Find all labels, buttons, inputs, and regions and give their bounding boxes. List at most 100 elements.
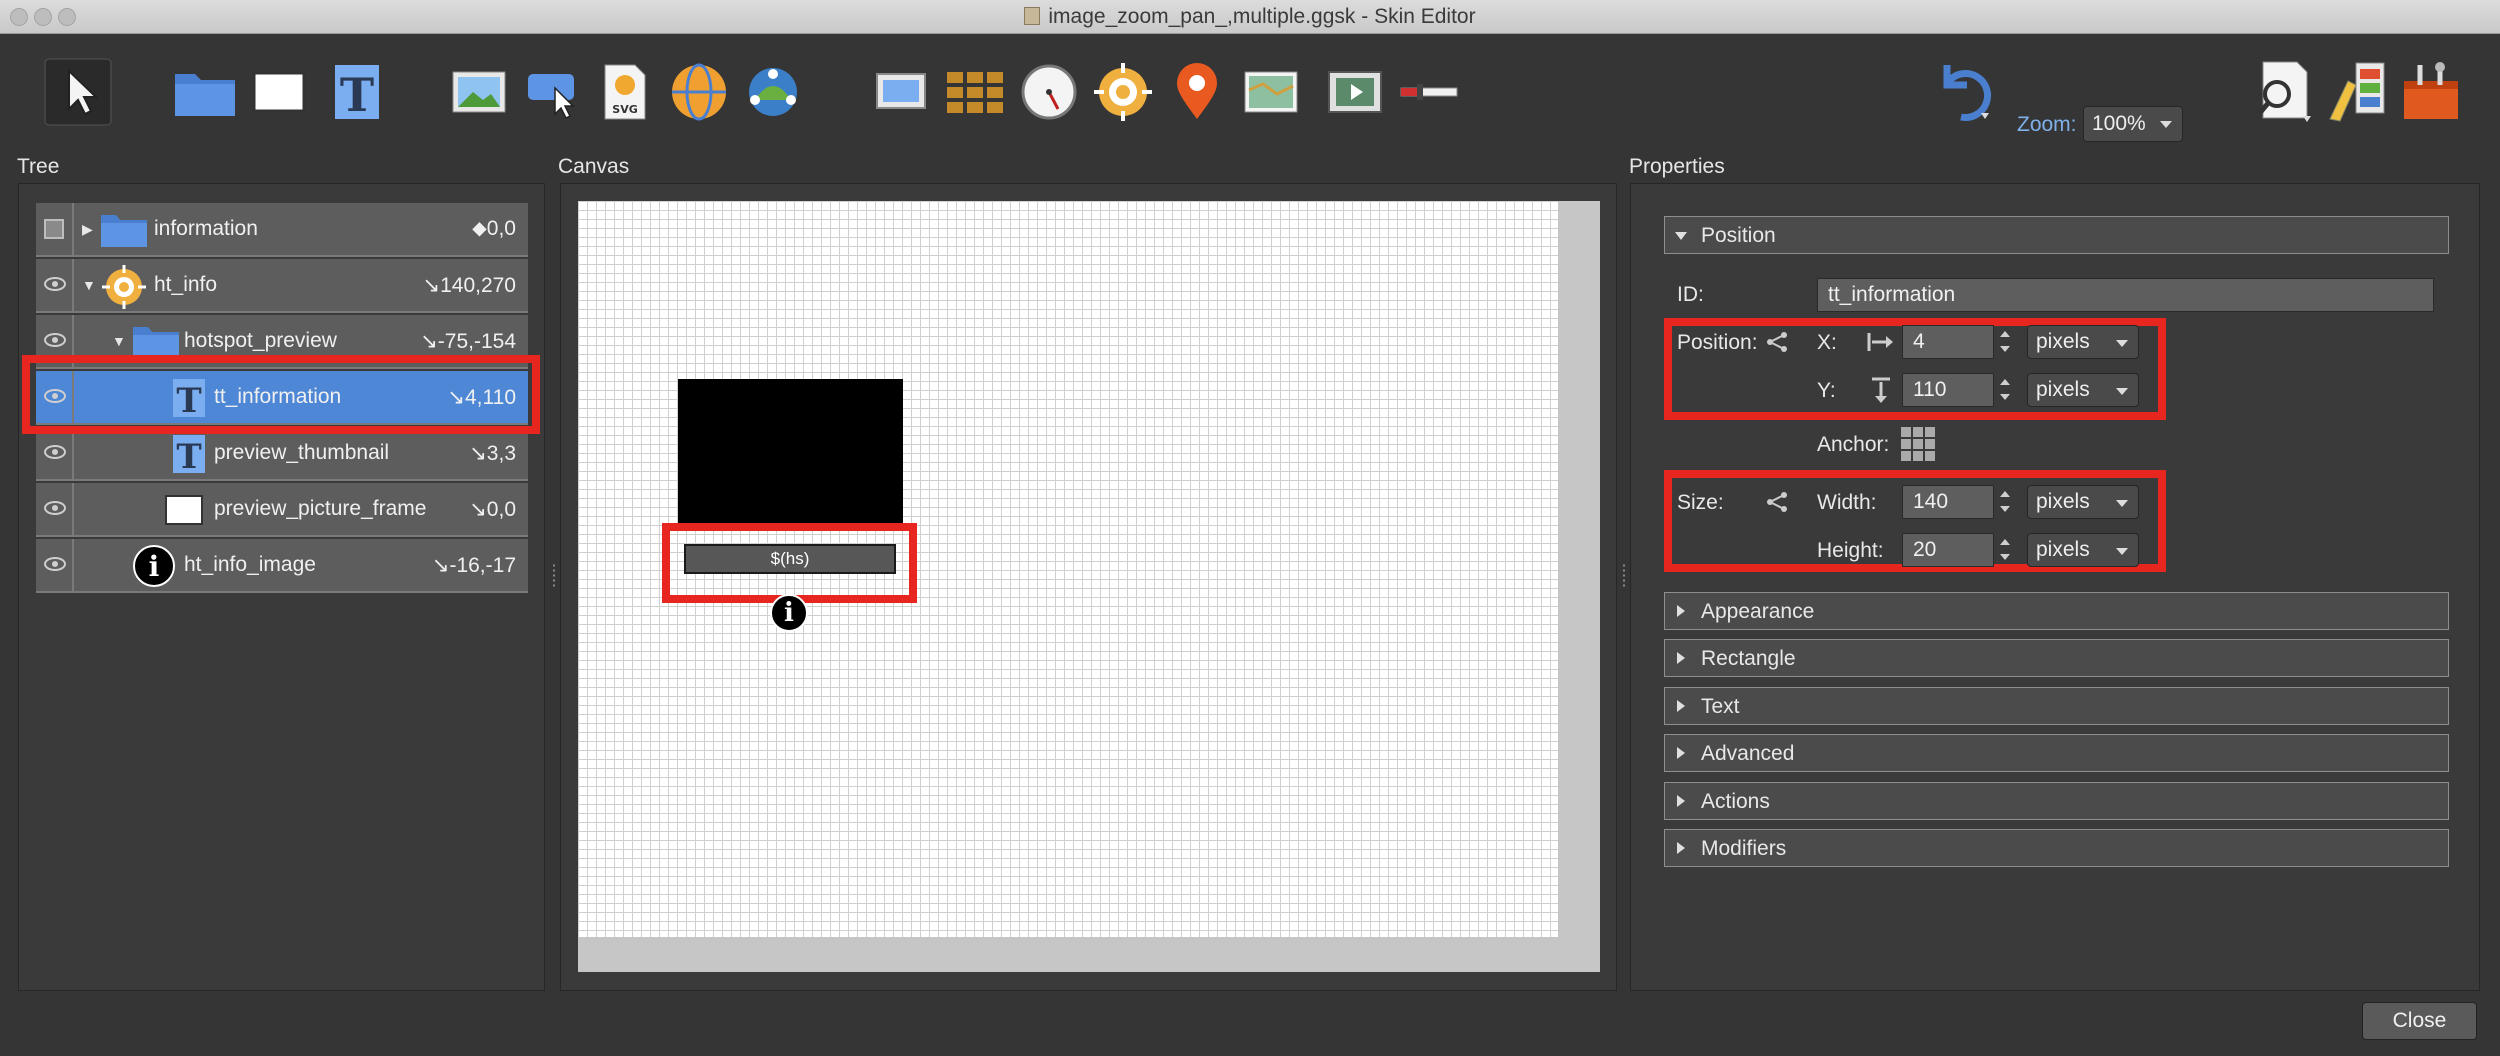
video-icon — [1328, 71, 1382, 113]
visibility-toggle[interactable] — [36, 427, 74, 481]
section-modifiers[interactable]: Modifiers — [1664, 829, 2449, 867]
link-share-icon[interactable] — [1764, 490, 1790, 514]
section-rectangle[interactable]: Rectangle — [1664, 639, 2449, 677]
chevron-down-icon — [2116, 340, 2128, 347]
checkbox[interactable] — [44, 219, 64, 239]
height-unit-select[interactable]: pixels — [2027, 533, 2139, 567]
splitter-handle[interactable] — [552, 563, 556, 587]
splitter-handle[interactable] — [1622, 563, 1626, 587]
expand-arrow-icon — [1677, 605, 1685, 617]
highlight-box-tree — [22, 355, 540, 434]
section-text[interactable]: Text — [1664, 687, 2449, 725]
visibility-toggle[interactable] — [36, 259, 74, 313]
add-video-button[interactable] — [1320, 57, 1390, 127]
zoom-select[interactable]: 100% — [2083, 106, 2183, 142]
visibility-toggle[interactable] — [36, 203, 74, 257]
select-pointer-button[interactable] — [43, 57, 113, 127]
theme-button[interactable] — [2322, 57, 2392, 127]
width-spinner[interactable] — [1998, 485, 2012, 519]
add-screen-button[interactable] — [866, 57, 936, 127]
map-pin-icon — [1177, 63, 1217, 119]
width-unit-select[interactable]: pixels — [2027, 485, 2139, 519]
tree-row-information[interactable]: ▶ information ⬥0,0 — [36, 203, 528, 257]
canvas-area[interactable]: $(hs) i — [578, 201, 1600, 972]
expand-arrow-icon — [1677, 842, 1685, 854]
svg-icon: SVG — [604, 64, 646, 120]
visibility-toggle[interactable] — [36, 539, 74, 593]
select-pointer-icon — [44, 58, 112, 126]
expand-arrow-icon — [1677, 747, 1685, 759]
chevron-down-icon — [2116, 548, 2128, 555]
section-position[interactable]: Position — [1664, 216, 2449, 254]
id-field[interactable]: tt_information — [1817, 278, 2434, 312]
add-button-button[interactable] — [518, 57, 588, 127]
preview-thumbnail-element[interactable] — [678, 379, 903, 527]
toolbox-button[interactable] — [2396, 57, 2466, 127]
tree-row-preview-thumbnail[interactable]: T preview_thumbnail ↘3,3 — [36, 427, 528, 481]
y-label: Y: — [1817, 379, 1836, 402]
canvas-grid[interactable]: $(hs) i — [578, 201, 1558, 937]
eye-icon — [44, 445, 66, 459]
undo-button[interactable] — [1928, 55, 1998, 125]
y-spinner[interactable] — [1998, 373, 2012, 407]
collapse-arrow-icon[interactable]: ▼ — [112, 333, 126, 349]
add-panorama-button[interactable] — [664, 57, 734, 127]
collapse-arrow-icon[interactable]: ▼ — [82, 277, 96, 293]
info-icon[interactable]: i — [770, 594, 808, 632]
close-button[interactable]: Close — [2362, 1002, 2477, 1040]
eye-icon — [44, 557, 66, 571]
add-map-pin-button[interactable] — [1162, 57, 1232, 127]
add-cloner-button[interactable] — [738, 57, 808, 127]
add-slider-button[interactable] — [1394, 57, 1464, 127]
svg-text:T: T — [340, 68, 374, 121]
width-input[interactable]: 140 — [1902, 485, 1994, 519]
add-gauge-button[interactable] — [1014, 57, 1084, 127]
x-spinner[interactable] — [1998, 325, 2012, 359]
add-grid-button[interactable] — [940, 57, 1010, 127]
add-image-button[interactable] — [444, 57, 514, 127]
height-spinner[interactable] — [1998, 533, 2012, 567]
zoom-label: Zoom: — [2017, 113, 2077, 136]
height-input[interactable]: 20 — [1902, 533, 1994, 567]
highlight-box-canvas — [662, 523, 917, 603]
tree-item-name: hotspot_preview — [184, 329, 337, 352]
width-label: Width: — [1817, 491, 1877, 514]
x-input[interactable]: 4 — [1902, 325, 1994, 359]
expand-arrow-icon[interactable]: ▶ — [82, 221, 93, 238]
eye-icon — [44, 333, 66, 347]
section-advanced[interactable]: Advanced — [1664, 734, 2449, 772]
rectangle-icon — [252, 71, 306, 113]
add-container-button[interactable] — [170, 57, 240, 127]
tree-item-position: ⬥0,0 — [472, 217, 516, 240]
tree-row-ht-info-image[interactable]: i ht_info_image ↘-16,-17 — [36, 539, 528, 593]
visibility-toggle[interactable] — [36, 483, 74, 537]
tree-row-preview-picture-frame[interactable]: preview_picture_frame ↘0,0 — [36, 483, 528, 537]
folder-container-icon — [175, 74, 235, 116]
add-rectangle-button[interactable] — [244, 57, 314, 127]
expand-arrow-icon — [1677, 795, 1685, 807]
slider-icon — [1400, 84, 1458, 100]
expand-arrow-icon — [1677, 652, 1685, 664]
add-text-button[interactable]: T — [322, 57, 392, 127]
y-input[interactable]: 110 — [1902, 373, 1994, 407]
add-svg-button[interactable]: SVG — [590, 57, 660, 127]
map-icon — [1244, 71, 1298, 113]
cloner-icon — [749, 68, 797, 116]
add-map-button[interactable] — [1236, 57, 1306, 127]
x-unit-select[interactable]: pixels — [2027, 325, 2139, 359]
link-share-icon[interactable] — [1764, 330, 1790, 354]
add-hotspot-button[interactable] — [1088, 57, 1158, 127]
height-label: Height: — [1817, 539, 1884, 562]
anchor-grid-icon[interactable] — [1900, 426, 1936, 462]
tree-row-ht-info[interactable]: ▼ ht_info ↘140,270 — [36, 259, 528, 313]
section-appearance[interactable]: Appearance — [1664, 592, 2449, 630]
rectangle-icon — [165, 495, 203, 525]
svg-text:T: T — [176, 437, 201, 474]
section-actions[interactable]: Actions — [1664, 782, 2449, 820]
size-label: Size: — [1677, 491, 1724, 514]
inspect-button[interactable] — [2248, 57, 2318, 127]
collapse-arrow-icon — [1675, 232, 1687, 240]
y-unit-select[interactable]: pixels — [2027, 373, 2139, 407]
svg-text:i: i — [149, 550, 160, 583]
id-label: ID: — [1677, 283, 1704, 306]
